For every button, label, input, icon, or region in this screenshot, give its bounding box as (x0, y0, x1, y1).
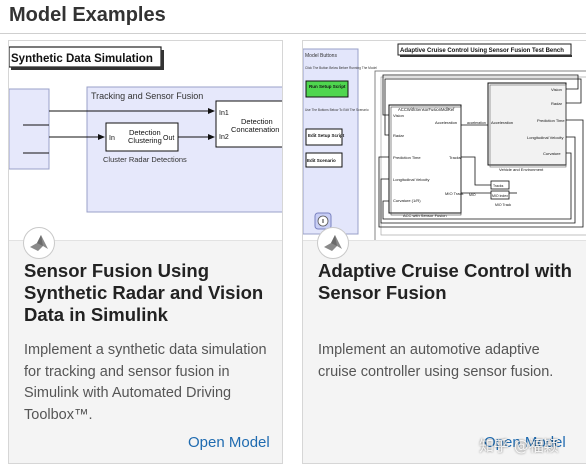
card-description: Implement a synthetic data simulation fo… (24, 342, 267, 423)
thumb-group-label: Tracking and Sensor Fusion (91, 91, 203, 101)
svg-text:MIO index: MIO index (492, 194, 508, 198)
svg-text:MIO Track: MIO Track (495, 203, 511, 207)
thumb-caption: Cluster Radar Detections (103, 155, 187, 164)
svg-text:MIO Track: MIO Track (445, 191, 463, 196)
svg-text:ACCWithSensorFusionMdlRef: ACCWithSensorFusionMdlRef (398, 107, 455, 112)
svg-text:Model Buttons: Model Buttons (305, 53, 337, 59)
svg-text:Longitudinal Velocity: Longitudinal Velocity (527, 135, 563, 140)
card-thumbnail[interactable]: Synthetic Data Simulation Tracking and S… (9, 41, 282, 241)
svg-text:Radar: Radar (393, 133, 405, 138)
example-card-sensor-fusion[interactable]: Synthetic Data Simulation Tracking and S… (8, 40, 283, 464)
svg-text:Use The Buttons Below To Edit: Use The Buttons Below To Edit The Scenar… (305, 108, 369, 112)
svg-text:Vision: Vision (551, 87, 562, 92)
svg-text:Curvature (1/R): Curvature (1/R) (393, 198, 421, 203)
svg-text:Radar: Radar (551, 101, 563, 106)
svg-text:Acceleration: Acceleration (491, 120, 513, 125)
open-model-link[interactable]: Open Model (188, 434, 270, 451)
svg-text:Curvature: Curvature (543, 151, 561, 156)
svg-text:Longitudinal Velocity: Longitudinal Velocity (393, 177, 429, 182)
section-divider (0, 33, 586, 34)
card-thumbnail[interactable]: Model Buttons Click The Button Below Bef… (303, 41, 586, 241)
svg-text:Run Setup Script: Run Setup Script (309, 84, 346, 89)
example-card-adaptive-cruise-control[interactable]: Model Buttons Click The Button Below Bef… (302, 40, 586, 464)
svg-text:Out: Out (163, 135, 174, 142)
svg-text:MIO: MIO (469, 193, 476, 197)
simulink-diagram-thumbnail: Model Buttons Click The Button Below Bef… (303, 43, 586, 240)
section-title: Model Examples (9, 4, 166, 26)
simulink-diagram-thumbnail: Synthetic Data Simulation Tracking and S… (9, 46, 282, 213)
svg-text:In2: In2 (219, 134, 229, 141)
svg-text:Tracks: Tracks (493, 184, 504, 188)
svg-text:Edit Scenario: Edit Scenario (307, 158, 336, 163)
svg-text:Edit Setup Script: Edit Setup Script (308, 133, 345, 138)
svg-text:Clustering: Clustering (128, 136, 162, 145)
card-title[interactable]: Sensor Fusion Using Synthetic Radar and … (24, 260, 276, 326)
matlab-simulink-logo-icon (317, 227, 349, 259)
svg-text:Concatenation: Concatenation (231, 125, 279, 134)
svg-text:Acceleration: Acceleration (435, 120, 457, 125)
matlab-simulink-logo-icon (23, 227, 55, 259)
svg-text:Tracks: Tracks (449, 155, 461, 160)
svg-text:Click The Button Below Before: Click The Button Below Before Running Th… (305, 66, 377, 70)
card-description: Implement an automotive adaptive cruise … (318, 342, 554, 380)
svg-text:Prediction Time: Prediction Time (393, 155, 421, 160)
svg-text:Adaptive Cruise Control Using: Adaptive Cruise Control Using Sensor Fus… (400, 48, 564, 54)
svg-text:Vehicle and Environment: Vehicle and Environment (499, 167, 544, 172)
svg-text:In: In (109, 135, 115, 142)
svg-text:ACC with Sensor Fusion: ACC with Sensor Fusion (403, 213, 447, 218)
svg-text:Prediction Time: Prediction Time (537, 118, 565, 123)
svg-text:Vision: Vision (393, 113, 404, 118)
svg-text:In1: In1 (219, 110, 229, 117)
thumb-banner: Synthetic Data Simulation (11, 53, 153, 65)
card-title[interactable]: Adaptive Cruise Control with Sensor Fusi… (318, 260, 580, 304)
svg-text:acceleration: acceleration (467, 121, 486, 125)
watermark: 知乎 @福颖 (479, 437, 559, 455)
